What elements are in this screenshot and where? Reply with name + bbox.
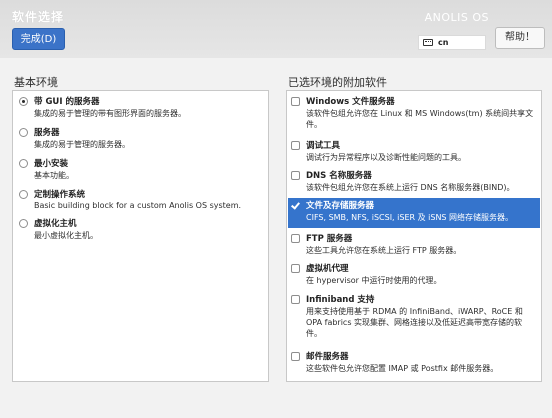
environment-title: 服务器 (34, 128, 60, 138)
done-button[interactable]: 完成(D) (12, 28, 65, 50)
checkbox-checked[interactable] (291, 201, 300, 210)
radio-button[interactable] (19, 159, 28, 168)
checkbox[interactable] (291, 141, 300, 150)
addon-description: 该软件包组允许您在 Linux 和 MS Windows(tm) 系统间共享文件… (306, 109, 534, 129)
radio-button[interactable] (19, 219, 28, 228)
environment-description: 集成的易于管理的带有图形界面的服务器。 (34, 109, 186, 118)
environment-option-gui-server[interactable]: 带 GUI 的服务器 集成的易于管理的带有图形界面的服务器。 (17, 95, 264, 123)
checkbox[interactable] (291, 352, 300, 361)
addon-description: 调试行为异常程序以及诊断性能问题的工具。 (306, 153, 466, 162)
environment-title: 虚拟化主机 (34, 219, 77, 229)
base-environment-list: 带 GUI 的服务器 集成的易于管理的带有图形界面的服务器。 服务器 集成的易于… (12, 90, 269, 382)
environment-option-custom-os[interactable]: 定制操作系统 Basic building block for a custom… (17, 188, 264, 216)
addon-item-infiniband-support[interactable]: Infiniband 支持 用来支持使用基于 RDMA 的 InfiniBand… (288, 292, 540, 346)
addon-description: 用来支持使用基于 RDMA 的 InfiniBand、iWARP、RoCE 和 … (306, 307, 523, 338)
addon-title: Windows 文件服务器 (306, 97, 395, 107)
environment-description: Basic building block for a custom Anolis… (34, 201, 242, 210)
addon-list: Windows 文件服务器 该软件包组允许您在 Linux 和 MS Windo… (286, 90, 542, 382)
addon-item-windows-file-server[interactable]: Windows 文件服务器 该软件包组允许您在 Linux 和 MS Windo… (288, 94, 540, 136)
radio-button-selected[interactable] (19, 97, 28, 106)
checkbox[interactable] (291, 295, 300, 304)
checkbox[interactable] (291, 264, 300, 273)
environment-title: 最小安装 (34, 159, 69, 169)
addon-title: 文件及存储服务器 (306, 201, 375, 211)
environment-description: 集成的易于管理的服务器。 (34, 140, 130, 149)
checkbox[interactable] (291, 97, 300, 106)
environment-title: 定制操作系统 (34, 190, 86, 200)
addon-description: 这些工具允许您在系统上运行 FTP 服务器。 (306, 246, 462, 255)
environment-description: 最小虚拟化主机。 (34, 231, 98, 240)
addon-description: 该软件包组允许您在系统上运行 DNS 名称服务器(BIND)。 (306, 183, 515, 192)
addon-description: 这些软件包允许您配置 IMAP 或 Postfix 邮件服务器。 (306, 364, 499, 373)
addon-title: 虚拟机代理 (306, 264, 349, 274)
addon-title: DNS 名称服务器 (306, 171, 372, 181)
base-environment-heading: 基本环境 (14, 76, 58, 89)
radio-button[interactable] (19, 190, 28, 199)
checkbox[interactable] (291, 171, 300, 180)
radio-button[interactable] (19, 128, 28, 137)
page-title: 软件选择 (12, 10, 65, 24)
top-header: 软件选择 ANOLIS OS 完成(D) cn 帮助！ (0, 0, 552, 58)
addons-heading: 已选环境的附加软件 (288, 76, 387, 89)
addon-item-file-storage-server[interactable]: 文件及存储服务器 CIFS, SMB, NFS, iSCSI, iSER 及 i… (288, 198, 540, 228)
addon-item-guest-agents[interactable]: 虚拟机代理 在 hypervisor 中运行时使用的代理。 (288, 261, 540, 289)
addon-item-debugging-tools[interactable]: 调试工具 调试行为异常程序以及诊断性能问题的工具。 (288, 138, 540, 166)
addon-title: 邮件服务器 (306, 352, 349, 362)
addon-item-ftp-server[interactable]: FTP 服务器 这些工具允许您在系统上运行 FTP 服务器。 (288, 231, 540, 259)
addon-description: CIFS, SMB, NFS, iSCSI, iSER 及 iSNS 网络存储服… (306, 213, 514, 222)
addon-item-dns-server[interactable]: DNS 名称服务器 该软件包组允许您在系统上运行 DNS 名称服务器(BIND)… (288, 168, 540, 196)
keyboard-icon (423, 39, 433, 46)
environment-option-minimal[interactable]: 最小安装 基本功能。 (17, 157, 264, 185)
environment-option-virtualization-host[interactable]: 虚拟化主机 最小虚拟化主机。 (17, 217, 264, 245)
help-button[interactable]: 帮助！ (495, 27, 545, 49)
addon-title: FTP 服务器 (306, 234, 353, 244)
product-name: ANOLIS OS (424, 11, 489, 24)
addon-title: 调试工具 (306, 141, 341, 151)
environment-description: 基本功能。 (34, 171, 74, 180)
environment-title: 带 GUI 的服务器 (34, 97, 100, 107)
environment-option-server[interactable]: 服务器 集成的易于管理的服务器。 (17, 126, 264, 154)
checkbox[interactable] (291, 234, 300, 243)
addon-description: 在 hypervisor 中运行时使用的代理。 (306, 276, 442, 285)
addon-item-mail-server[interactable]: 邮件服务器 这些软件包允许您配置 IMAP 或 Postfix 邮件服务器。 (288, 349, 540, 379)
addon-title: Infiniband 支持 (306, 295, 375, 305)
keyboard-layout-label: cn (438, 38, 449, 47)
keyboard-layout-indicator[interactable]: cn (418, 35, 486, 50)
